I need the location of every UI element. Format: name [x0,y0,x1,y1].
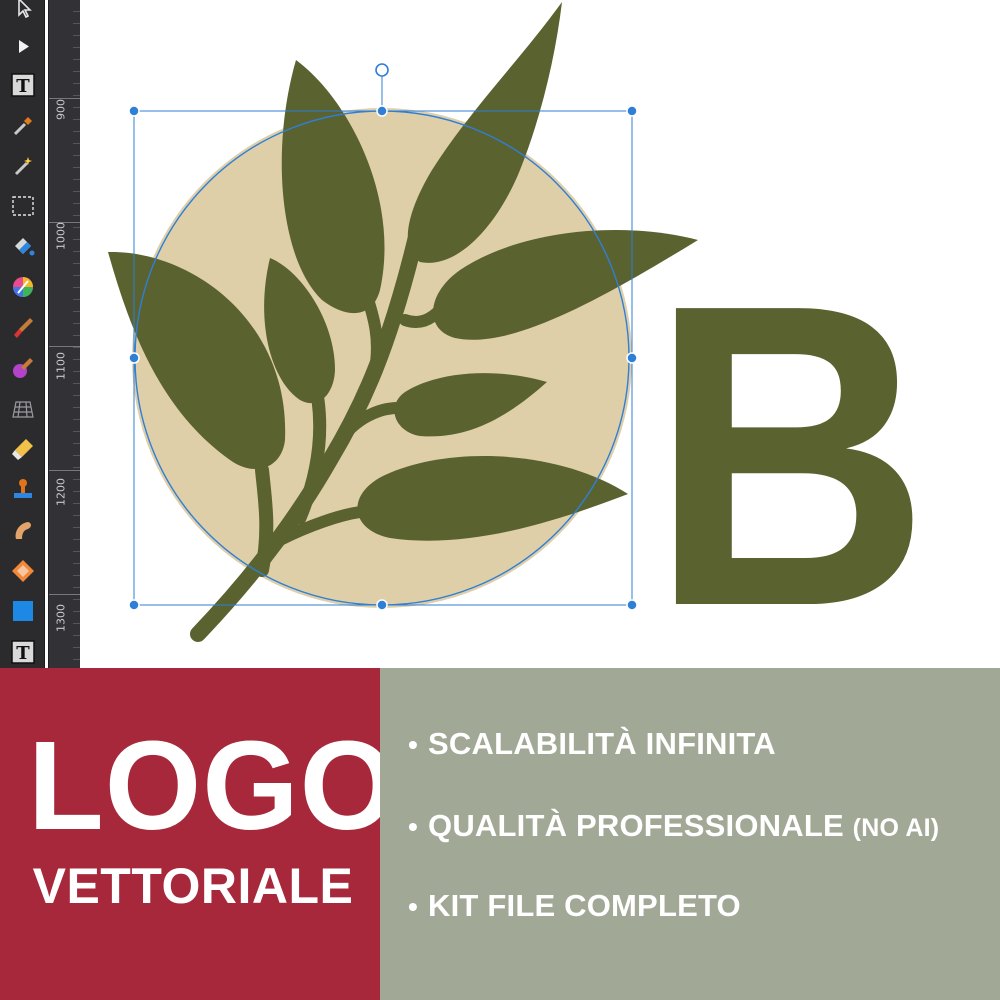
tools-panel: T T [0,0,45,668]
stamp-tool-button[interactable] [7,474,39,506]
feature-item: • SCALABILITÀ INFINITA [408,722,776,766]
banner-title-panel: LOGO VETTORIALE [0,668,398,1000]
resize-handle[interactable] [376,599,388,611]
color-tool-button[interactable] [7,271,39,303]
node-select-icon [19,40,29,53]
grid-mesh-icon [12,401,34,418]
stamp-icon [14,479,32,498]
resize-handle[interactable] [626,599,638,611]
shape-tool-button[interactable] [7,555,39,587]
mesh-tool-button[interactable] [7,393,39,425]
banner-features-panel: • SCALABILITÀ INFINITA • QUALITÀ PROFESSIO… [380,668,1000,1000]
magic-wand-icon [14,157,32,176]
marquee-select-icon [12,196,34,216]
marquee-tool-button[interactable] [7,190,39,222]
smudge-tool-button[interactable] [7,514,39,546]
resize-handle[interactable] [128,352,140,364]
resize-handle[interactable] [626,105,638,117]
pointer-tool-button[interactable] [7,0,39,24]
rectangle-icon [13,601,33,621]
fill-bucket-icon [15,238,35,256]
ruler-label: 900 [54,99,68,121]
feature-item: • KIT FILE COMPLETO [408,884,741,928]
banner-subtitle: VETTORIALE [32,858,354,914]
feature-text: QUALITÀ PROFESSIONALE [428,808,844,843]
artistic-text-icon: T [11,640,35,664]
rectangle-tool-button[interactable] [7,595,39,627]
svg-text:T: T [16,76,30,97]
rotate-handle[interactable] [375,63,389,77]
fill-tool-button[interactable] [7,231,39,263]
eyedropper-icon [13,117,32,136]
bullet-icon: • [408,811,419,842]
resize-handle[interactable] [626,352,638,364]
ruler-label: 1100 [54,352,68,380]
pointer-icon [18,0,32,19]
node-tool-button[interactable] [7,30,39,62]
paint-brush-tool-button[interactable] [7,312,39,344]
smudge-icon [15,522,31,539]
color-brush-icon [13,358,33,378]
banner-title: LOGO [28,715,398,857]
feature-text: SCALABILITÀ INFINITA [428,726,776,761]
resize-handle[interactable] [128,105,140,117]
color-wheel-icon [13,277,33,297]
logo-artwork: B [108,2,930,668]
ruler-label: 1000 [54,222,68,250]
text-frame-tool-button[interactable]: T [7,69,39,101]
color-brush-tool-button[interactable] [7,352,39,384]
vertical-ruler[interactable]: 900 1000 1100 1200 1300 [48,0,81,668]
eraser-icon [12,439,33,460]
monogram-letter[interactable]: B [650,216,930,668]
magic-wand-tool-button[interactable] [7,150,39,182]
bullet-icon: • [408,729,419,760]
feature-suffix: (NO AI) [852,814,940,842]
ruler-label: 1300 [54,604,68,632]
paint-brush-icon [14,318,33,338]
ruler-label: 1200 [54,478,68,506]
resize-handle[interactable] [376,105,388,117]
resize-handle[interactable] [128,599,140,611]
shape-diamond-icon [12,560,34,582]
artistic-text-tool-button[interactable]: T [7,636,39,668]
feature-text: KIT FILE COMPLETO [428,888,741,923]
eraser-tool-button[interactable] [7,433,39,465]
document-canvas[interactable]: B [80,0,1000,668]
bullet-icon: • [408,891,419,922]
text-tool-icon: T [11,73,35,97]
feature-item: • QUALITÀ PROFESSIONALE (NO AI) [408,804,939,848]
eyedropper-tool-button[interactable] [7,110,39,142]
svg-text:T: T [16,643,30,664]
